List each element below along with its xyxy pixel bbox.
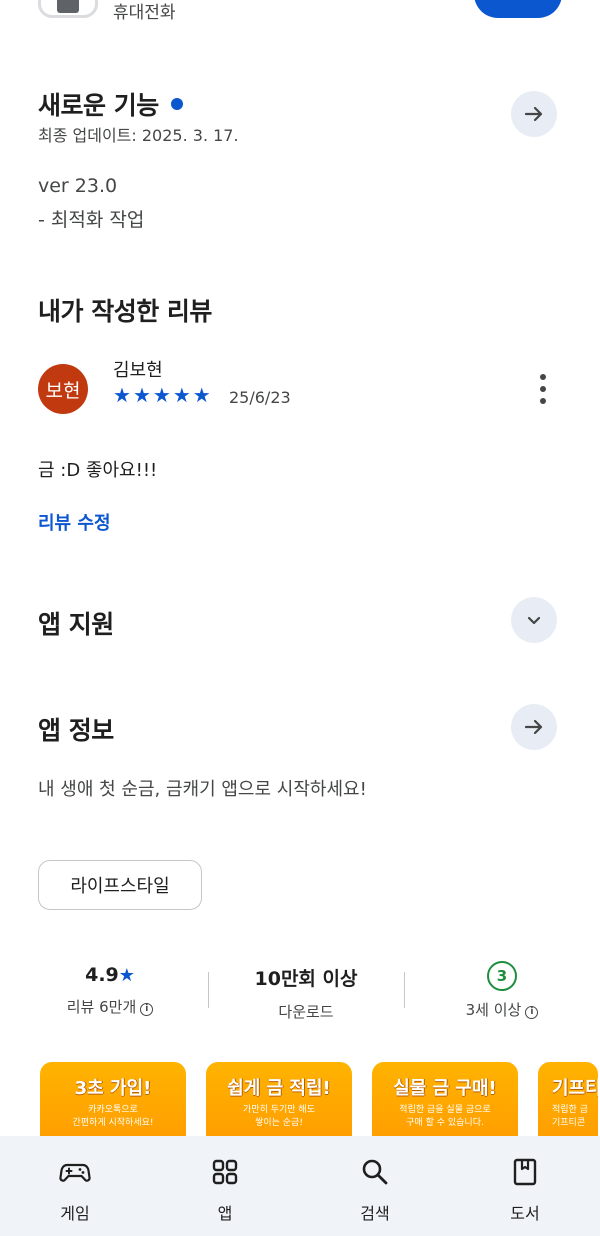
star-icon: ★ bbox=[152, 383, 171, 407]
age-rating-label: 3세 이상 bbox=[465, 1001, 522, 1019]
app-description: 내 생애 첫 순금, 금캐기 앱으로 시작하세요! bbox=[38, 779, 367, 800]
screenshot-caption: 쌓이는 순금! bbox=[255, 1118, 303, 1128]
whats-new-title: 새로운 기능 bbox=[38, 91, 159, 120]
category-chip[interactable]: 라이프스타일 bbox=[38, 860, 202, 910]
screenshot-headline: 3초 가입! bbox=[74, 1078, 152, 1099]
downloads-stat: 10만회 이상 다운로드 bbox=[226, 964, 386, 1022]
screenshot-caption: 간편하게 시작하세요! bbox=[72, 1118, 154, 1128]
app-support-title: 앱 지원 bbox=[38, 610, 114, 639]
nav-item-search[interactable]: 검색 bbox=[325, 1136, 425, 1224]
arrow-right-icon bbox=[524, 106, 543, 122]
bottom-navigation: 게임 앱 검색 도서 bbox=[0, 1136, 600, 1236]
downloads-label: 다운로드 bbox=[278, 1003, 334, 1021]
age-rating-badge: 3 bbox=[487, 961, 517, 991]
gamepad-icon bbox=[59, 1163, 91, 1182]
review-body: 금 :D 좋아요!!! bbox=[38, 460, 158, 481]
whats-new-arrow-button[interactable] bbox=[511, 91, 557, 137]
last-updated-text: 최종 업데이트: 2025. 3. 17. bbox=[38, 126, 239, 145]
more-options-icon[interactable] bbox=[533, 374, 553, 404]
app-icon bbox=[38, 0, 98, 18]
star-icon: ★ bbox=[118, 965, 135, 986]
star-icon: ★ bbox=[132, 383, 151, 407]
screenshot-caption: 카카오톡으로 bbox=[88, 1105, 138, 1115]
nav-label-books: 도서 bbox=[510, 1204, 540, 1223]
whats-new-line-2: - 최적화 작업 bbox=[38, 209, 145, 231]
screenshot-caption: 기프티콘 bbox=[552, 1118, 586, 1128]
divider bbox=[404, 972, 405, 1008]
my-review-header: 내가 작성한 리뷰 bbox=[38, 292, 212, 328]
install-button[interactable] bbox=[474, 0, 562, 18]
star-icon: ★ bbox=[192, 383, 211, 407]
nav-label-search: 검색 bbox=[360, 1204, 390, 1223]
screenshot-caption: 가만히 두기만 해도 bbox=[243, 1105, 315, 1115]
age-rating-stat[interactable]: 3 3세 이상 i bbox=[432, 961, 572, 1020]
rating-stat[interactable]: 4.9★ 리뷰 6만개 i bbox=[40, 964, 180, 1017]
my-review-title: 내가 작성한 리뷰 bbox=[38, 297, 212, 326]
search-icon bbox=[362, 1159, 388, 1185]
app-header-partial: 휴대전화 bbox=[0, 0, 600, 30]
nav-label-apps: 앱 bbox=[217, 1204, 233, 1223]
review-author: 김보현 bbox=[113, 360, 163, 381]
app-info-arrow-button[interactable] bbox=[511, 704, 557, 750]
nav-item-games[interactable]: 게임 bbox=[25, 1136, 125, 1224]
apps-grid-icon bbox=[212, 1159, 238, 1185]
book-icon bbox=[513, 1158, 537, 1186]
nav-item-books[interactable]: 도서 bbox=[475, 1136, 575, 1224]
new-indicator-dot bbox=[170, 98, 183, 110]
whats-new-header: 새로운 기능 bbox=[38, 86, 183, 122]
chevron-down-icon bbox=[527, 616, 541, 625]
screenshot-caption: 적립한 금 bbox=[552, 1105, 588, 1115]
arrow-right-icon bbox=[524, 719, 543, 735]
screenshot-headline: 실물 금 구매! bbox=[393, 1078, 497, 1099]
review-stars: ★ ★ ★ ★ ★ bbox=[113, 385, 211, 405]
info-icon: i bbox=[140, 1003, 154, 1016]
avatar: 보현 bbox=[38, 364, 88, 414]
star-icon: ★ bbox=[113, 383, 131, 407]
star-icon: ★ bbox=[172, 383, 191, 407]
review-count: 리뷰 6만개 bbox=[66, 998, 137, 1016]
screenshot-caption: 적립한 금을 실물 금으로 bbox=[399, 1105, 491, 1115]
app-support-expand-button[interactable] bbox=[511, 597, 557, 643]
rating-value: 4.9 bbox=[85, 964, 119, 986]
app-support-header[interactable]: 앱 지원 bbox=[38, 605, 114, 641]
whats-new-line-1: ver 23.0 bbox=[38, 175, 118, 197]
review-date: 25/6/23 bbox=[229, 388, 291, 407]
info-icon: i bbox=[525, 1006, 539, 1019]
device-category-label: 휴대전화 bbox=[113, 3, 176, 23]
screenshot-headline: 기프티 bbox=[552, 1078, 598, 1099]
downloads-value: 10만회 이상 bbox=[254, 968, 358, 990]
app-info-title: 앱 정보 bbox=[38, 716, 114, 745]
screenshot-caption: 구매 할 수 있습니다. bbox=[406, 1118, 484, 1128]
nav-item-apps[interactable]: 앱 bbox=[175, 1136, 275, 1224]
screenshot-headline: 쉽게 금 적립! bbox=[227, 1078, 331, 1099]
app-info-header: 앱 정보 bbox=[38, 711, 114, 747]
edit-review-link[interactable]: 리뷰 수정 bbox=[38, 509, 111, 535]
nav-label-games: 게임 bbox=[60, 1204, 90, 1223]
divider bbox=[208, 972, 209, 1008]
